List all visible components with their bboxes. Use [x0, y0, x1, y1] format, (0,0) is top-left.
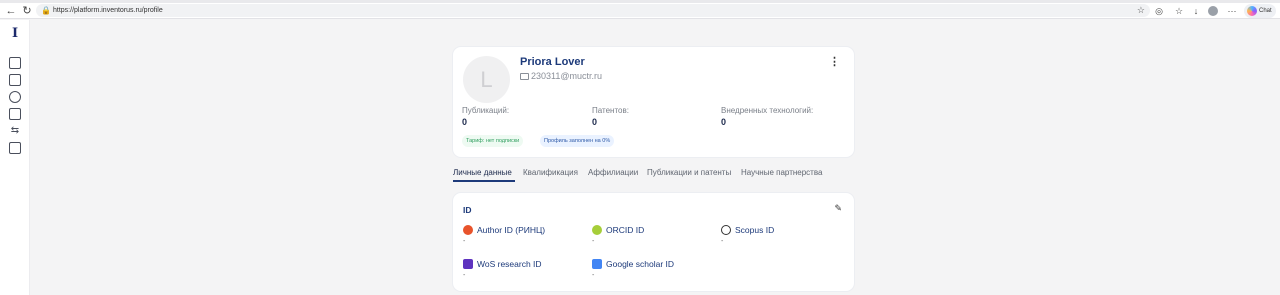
lock-icon: 🔒: [41, 6, 51, 15]
tab-qualification[interactable]: Квалификация: [523, 168, 578, 177]
copilot-button[interactable]: Chat: [1244, 4, 1276, 18]
tab-scientific-partnerships[interactable]: Научные партнерства: [741, 168, 822, 177]
address-bar[interactable]: 🔒 https://platform.inventorus.ru/profile…: [36, 4, 1150, 17]
favorite-star-icon[interactable]: ☆: [1137, 4, 1145, 17]
elibrary-icon: [463, 225, 473, 235]
compass-icon[interactable]: [9, 91, 21, 103]
id-item-orcid: ORCID ID -: [592, 225, 722, 249]
analytics-icon[interactable]: [9, 142, 21, 154]
more-menu-icon[interactable]: ···: [1225, 4, 1239, 18]
profile-email: 230311@muctr.ru: [531, 71, 603, 81]
profile-card: L Priora Lover 230311@muctr.ru ⋮ Публика…: [453, 47, 854, 157]
id-value: -: [463, 238, 466, 245]
url-text: https://platform.inventorus.ru/profile: [53, 7, 163, 14]
reload-icon[interactable]: ↻: [20, 4, 34, 18]
stat-patents-label: Патентов:: [592, 106, 629, 115]
tab-publications-patents[interactable]: Публикации и патенты: [647, 168, 731, 177]
google-scholar-icon: [592, 259, 602, 269]
search-profiles-icon[interactable]: [9, 57, 21, 69]
tab-personal-data[interactable]: Личные данные: [453, 168, 512, 177]
back-icon[interactable]: ←: [4, 4, 18, 18]
id-label: WoS research ID: [477, 259, 542, 269]
downloads-icon[interactable]: ↓: [1189, 4, 1203, 18]
stat-technologies-label: Внедренных технологий:: [721, 106, 814, 115]
copilot-label: Chat: [1259, 8, 1272, 14]
wos-icon: [463, 259, 473, 269]
id-value: -: [721, 238, 724, 245]
stat-publications-value: 0: [462, 117, 468, 127]
stat-technologies-value: 0: [721, 117, 727, 127]
id-item-rinc: Author ID (РИНЦ) -: [463, 225, 593, 249]
id-card: ID ✎ Author ID (РИНЦ) - ORCID ID - Scopu…: [453, 193, 854, 291]
favorites-icon[interactable]: ☆: [1172, 4, 1186, 18]
logo-icon[interactable]: I: [8, 27, 22, 41]
id-item-wos: WoS research ID -: [463, 259, 593, 283]
tab-affiliations[interactable]: Аффилиации: [588, 168, 638, 177]
book-icon[interactable]: [9, 108, 21, 120]
id-label: Author ID (РИНЦ): [477, 225, 546, 235]
avatar[interactable]: L: [463, 56, 510, 103]
id-item-google-scholar: Google scholar ID -: [592, 259, 722, 283]
table-icon[interactable]: [9, 74, 21, 86]
id-label: Google scholar ID: [606, 259, 675, 269]
scopus-icon: [721, 225, 731, 235]
id-label: Scopus ID: [735, 225, 775, 235]
extensions-icon[interactable]: ◎: [1152, 4, 1166, 18]
profile-fill-badge: Профиль заполнен на 0%: [540, 135, 615, 147]
id-card-title: ID: [463, 205, 472, 215]
copilot-icon: [1247, 6, 1257, 16]
swap-icon[interactable]: ⇆: [9, 125, 21, 137]
stat-patents-value: 0: [592, 117, 598, 127]
browser-toolbar: ← ↻ 🔒 https://platform.inventorus.ru/pro…: [0, 3, 1280, 19]
id-value: -: [592, 238, 595, 245]
app-sidebar: I ⇆: [0, 20, 30, 295]
id-label: ORCID ID: [606, 225, 645, 235]
mail-icon: [520, 73, 529, 80]
browser-profile-avatar[interactable]: [1208, 6, 1218, 16]
orcid-icon: [592, 225, 602, 235]
active-tab-indicator: [453, 180, 515, 182]
plan-badge[interactable]: Тариф: нет подписки: [462, 135, 524, 147]
more-options-icon[interactable]: ⋮: [829, 57, 840, 68]
stat-publications-label: Публикаций:: [462, 106, 510, 115]
id-value: -: [592, 272, 595, 279]
profile-name: Priora Lover: [520, 56, 585, 68]
id-value: -: [463, 272, 466, 279]
edit-pencil-icon[interactable]: ✎: [834, 203, 842, 214]
id-item-scopus: Scopus ID -: [721, 225, 841, 249]
